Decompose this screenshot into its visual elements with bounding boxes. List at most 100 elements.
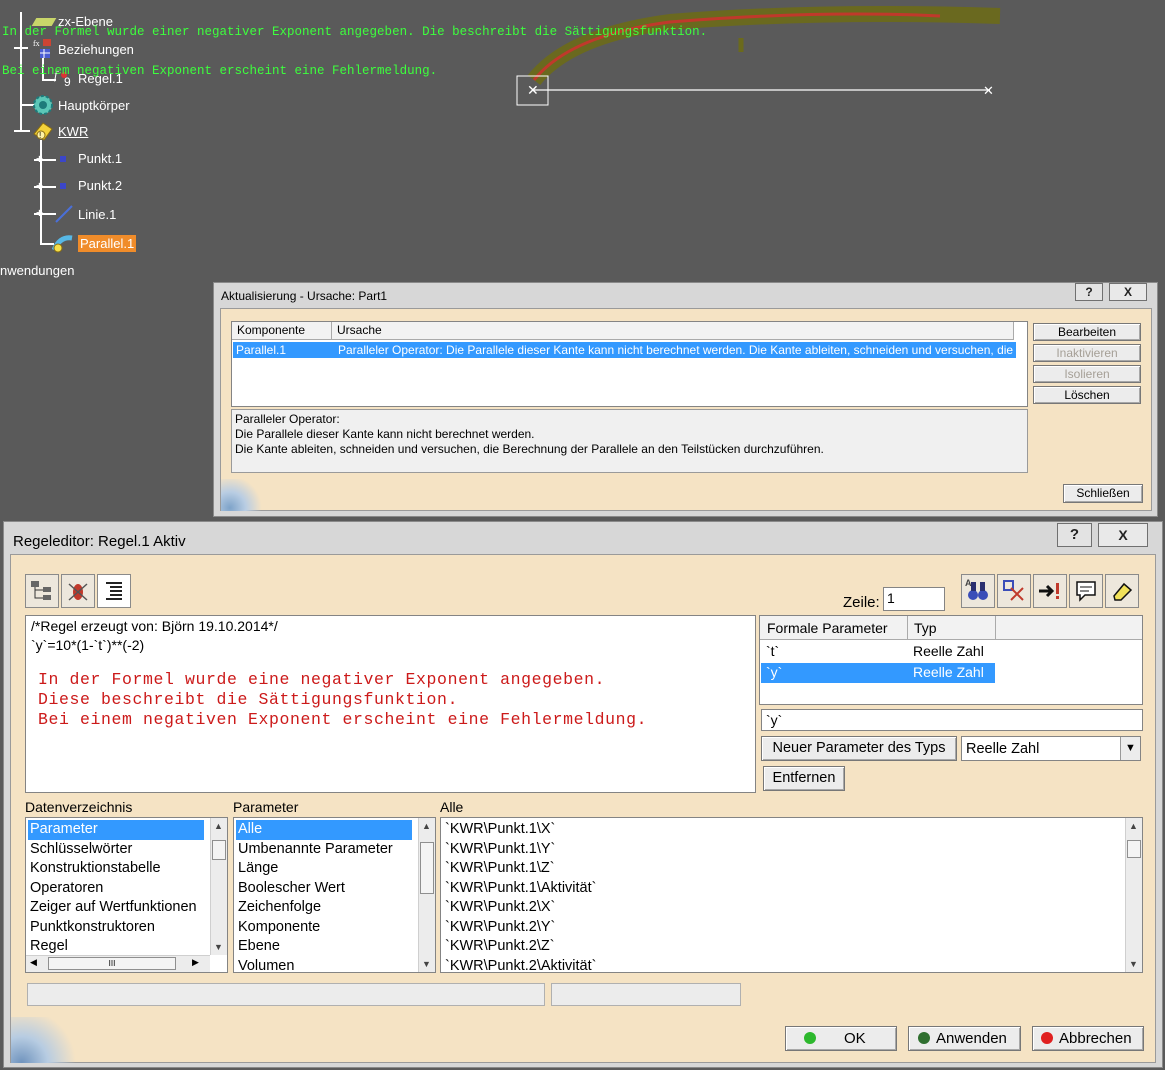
line-number-input[interactable]: 1 xyxy=(883,587,945,611)
horizontal-scrollbar[interactable]: ◀ III ▶ xyxy=(26,955,210,972)
scroll-up-arrow-icon[interactable]: ▲ xyxy=(1126,821,1141,831)
cancel-button[interactable]: Abbrechen xyxy=(1032,1026,1144,1051)
scroll-up-arrow-icon[interactable]: ▲ xyxy=(211,821,226,831)
comment-line: In der Formel wurde eine negativer Expon… xyxy=(38,670,606,689)
tree-item-linie-1[interactable]: Linie.1 xyxy=(54,204,116,224)
status-field-left xyxy=(27,983,545,1006)
scroll-down-arrow-icon[interactable]: ▼ xyxy=(1126,959,1141,969)
vertical-scrollbar[interactable]: ▲ ▼ xyxy=(210,818,227,955)
list-item[interactable]: Alle xyxy=(236,820,412,840)
column-header-cause[interactable]: Ursache xyxy=(332,322,1014,340)
rule-editor-body: Zeile: 1 A /*Regel erzeugt von: Björn 19… xyxy=(10,554,1156,1063)
scroll-up-arrow-icon[interactable]: ▲ xyxy=(419,821,434,831)
edit-button[interactable]: Bearbeiten xyxy=(1033,323,1141,341)
list-item[interactable]: Länge xyxy=(238,859,278,879)
table-row[interactable]: Parallel.1 Paralleler Operator: Die Para… xyxy=(233,342,1016,358)
rule-code-editor[interactable]: /*Regel erzeugt von: Björn 19.10.2014*/ … xyxy=(25,615,756,793)
list-item[interactable]: Komponente xyxy=(238,918,320,938)
eraser-icon[interactable] xyxy=(1105,574,1139,608)
remove-button[interactable]: Entfernen xyxy=(763,766,845,791)
scroll-right-arrow-icon[interactable]: ▶ xyxy=(192,957,199,968)
point-icon xyxy=(60,182,66,189)
list-item[interactable]: Boolescher Wert xyxy=(238,879,345,899)
scroll-thumb[interactable] xyxy=(1127,840,1141,858)
list-item[interactable]: `KWR\Punkt.2\Aktivität` xyxy=(445,957,596,973)
comment-bubble-icon[interactable] xyxy=(1069,574,1103,608)
expand-icon[interactable]: + xyxy=(36,180,45,192)
tree-structure-icon[interactable] xyxy=(25,574,59,608)
list-item[interactable]: `KWR\Punkt.1\X` xyxy=(445,820,555,840)
point-icon xyxy=(60,155,66,162)
scroll-thumb[interactable]: III xyxy=(48,957,176,970)
list-item[interactable]: `KWR\Punkt.2\X` xyxy=(445,898,555,918)
isolate-button[interactable]: Isolieren xyxy=(1033,365,1141,383)
list-item[interactable]: Regel xyxy=(30,937,68,957)
parameter-type-value: Reelle Zahl xyxy=(966,741,1040,757)
table-row[interactable]: `t` Reelle Zahl xyxy=(761,642,995,662)
param-name: `t` xyxy=(766,643,780,659)
expand-icon[interactable]: + xyxy=(36,207,45,219)
data-directory-list[interactable]: Parameter Schlüsselwörter Konstruktionst… xyxy=(25,817,228,973)
list-item[interactable]: Punktkonstruktoren xyxy=(30,918,155,938)
tree-item-punkt-1[interactable]: Punkt.1 xyxy=(60,151,122,166)
close-button[interactable]: X xyxy=(1098,523,1148,547)
tree-item-punkt-2[interactable]: Punkt.2 xyxy=(60,178,122,193)
new-parameter-button[interactable]: Neuer Parameter des Typs xyxy=(761,736,957,761)
parameter-type-list[interactable]: Alle Umbenannte Parameter Länge Boolesch… xyxy=(233,817,436,973)
expand-icon[interactable]: + xyxy=(36,153,45,165)
data-directory-label: Datenverzeichnis xyxy=(25,799,133,815)
tree-item-kwr[interactable]: ! KWR xyxy=(32,120,88,142)
column-header-type[interactable]: Typ xyxy=(908,616,996,640)
tree-item-anwendungen[interactable]: nwendungen xyxy=(0,263,74,278)
list-item[interactable]: `KWR\Punkt.1\Aktivität` xyxy=(445,879,596,899)
list-item[interactable]: Schlüsselwörter xyxy=(30,840,132,860)
list-item[interactable]: `KWR\Punkt.1\Z` xyxy=(445,859,555,879)
delete-button[interactable]: Löschen xyxy=(1033,386,1141,404)
vertical-scrollbar[interactable]: ▲ ▼ xyxy=(418,818,435,972)
list-item[interactable]: `KWR\Punkt.2\Y` xyxy=(445,918,555,938)
row-cause: Paralleler Operator: Die Parallele diese… xyxy=(338,343,1016,357)
close-button[interactable]: X xyxy=(1109,283,1147,301)
go-to-error-icon[interactable] xyxy=(1033,574,1067,608)
list-item[interactable]: Parameter xyxy=(28,820,204,840)
detail-line: Die Kante ableiten, schneiden und versuc… xyxy=(235,442,824,456)
list-item[interactable]: Umbenannte Parameter xyxy=(238,840,393,860)
close-dialog-button[interactable]: Schließen xyxy=(1063,484,1143,503)
list-item[interactable]: Operatoren xyxy=(30,879,103,899)
ok-status-icon xyxy=(804,1032,816,1044)
search-binoculars-icon[interactable]: A xyxy=(961,574,995,608)
comment-line: Bei einem negativen Exponent erscheint e… xyxy=(38,710,648,729)
parameter-type-select[interactable]: Reelle Zahl ▼ xyxy=(961,736,1141,761)
detail-line: Paralleler Operator: xyxy=(235,412,340,426)
list-item[interactable]: `KWR\Punkt.1\Y` xyxy=(445,840,555,860)
update-dialog-title: Aktualisierung - Ursache: Part1 xyxy=(221,289,388,303)
table-row[interactable]: `y` Reelle Zahl xyxy=(761,663,995,683)
scroll-thumb[interactable] xyxy=(420,842,434,894)
deactivate-button[interactable]: Inaktivieren xyxy=(1033,344,1141,362)
column-header-component[interactable]: Komponente xyxy=(232,322,332,340)
scroll-down-arrow-icon[interactable]: ▼ xyxy=(419,959,434,969)
object-browser-icon[interactable] xyxy=(997,574,1031,608)
tree-item-parallel-1[interactable]: Parallel.1 xyxy=(51,232,137,254)
scroll-left-arrow-icon[interactable]: ◀ xyxy=(30,957,37,968)
vertical-scrollbar[interactable]: ▲ ▼ xyxy=(1125,818,1142,972)
all-parameters-list[interactable]: `KWR\Punkt.1\X` `KWR\Punkt.1\Y` `KWR\Pun… xyxy=(440,817,1143,973)
ok-button[interactable]: OK xyxy=(785,1026,897,1051)
list-item[interactable]: Ebene xyxy=(238,937,280,957)
column-header-formal-parameter[interactable]: Formale Parameter xyxy=(760,616,908,640)
tree-item-hauptkoerper[interactable]: Hauptkörper xyxy=(32,94,130,116)
list-item[interactable]: `KWR\Punkt.2\Z` xyxy=(445,937,555,957)
help-button[interactable]: ? xyxy=(1057,523,1092,547)
parameter-name-input[interactable]: `y` xyxy=(761,709,1143,731)
list-item[interactable]: Zeiger auf Wertfunktionen xyxy=(30,898,197,918)
help-button[interactable]: ? xyxy=(1075,283,1103,301)
scroll-down-arrow-icon[interactable]: ▼ xyxy=(211,942,226,952)
list-item[interactable]: Konstruktionstabelle xyxy=(30,859,161,879)
apply-button[interactable]: Anwenden xyxy=(908,1026,1021,1051)
scroll-thumb[interactable] xyxy=(212,840,226,860)
align-text-icon[interactable] xyxy=(97,574,131,608)
debug-bug-icon[interactable] xyxy=(61,574,95,608)
chevron-down-icon[interactable]: ▼ xyxy=(1120,737,1140,760)
list-item[interactable]: Volumen xyxy=(238,957,294,973)
list-item[interactable]: Zeichenfolge xyxy=(238,898,321,918)
